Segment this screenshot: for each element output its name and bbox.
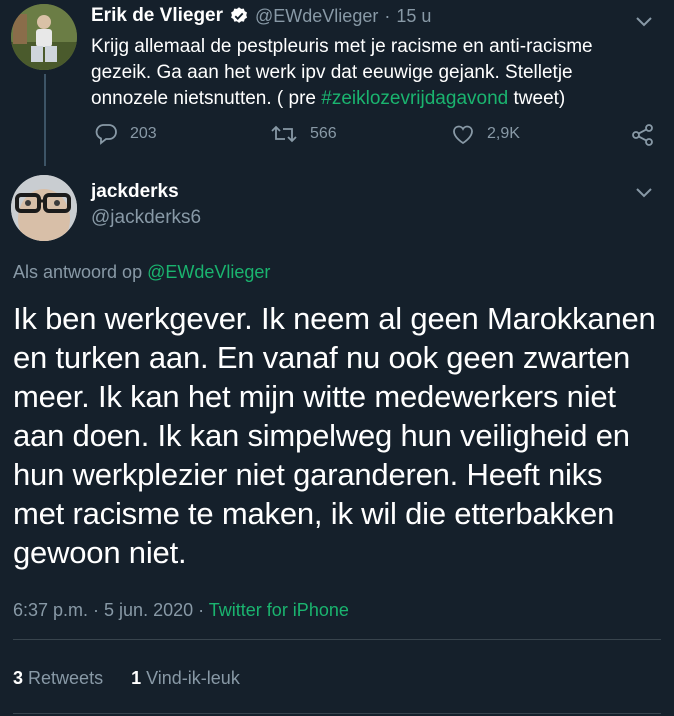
parent-tweet-header: Erik de Vlieger @EWdeVlieger · 15 u — [91, 5, 431, 27]
parent-author-avatar[interactable] — [11, 4, 77, 70]
likes-stat-label: Vind-ik-leuk — [146, 668, 240, 688]
hashtag-link[interactable]: #zeiklozevrijdagavond — [321, 88, 508, 109]
like-button[interactable]: 2,9K — [451, 123, 520, 145]
reply-context-label: Als antwoord op — [13, 262, 148, 282]
parent-tweet-body-end: tweet) — [508, 88, 566, 109]
retweet-button[interactable]: 566 — [270, 123, 337, 145]
parent-tweet-text: Krijg allemaal de pestpleuris met je rac… — [91, 34, 651, 112]
parent-tweet-chevron-down-icon[interactable] — [633, 10, 655, 32]
likes-stat[interactable]: 1 Vind-ik-leuk — [131, 668, 240, 689]
share-icon[interactable] — [630, 122, 656, 148]
tweet-meta: 6:37 p.m. · 5 jun. 2020 · Twitter for iP… — [13, 600, 349, 621]
parent-author-name[interactable]: Erik de Vlieger — [91, 5, 223, 27]
likes-stat-count: 1 — [131, 668, 142, 688]
main-author-name[interactable]: jackderks — [91, 181, 179, 203]
thread-connector-line — [44, 74, 46, 166]
reply-to-handle-link[interactable]: @EWdeVlieger — [147, 262, 270, 282]
retweets-stat[interactable]: 3 Retweets — [13, 668, 103, 689]
main-tweet-chevron-down-icon[interactable] — [633, 181, 655, 203]
retweet-icon — [271, 125, 297, 143]
tweet-stats: 3 Retweets 1 Vind-ik-leuk — [13, 668, 240, 689]
like-count: 2,9K — [487, 125, 520, 142]
divider — [13, 713, 661, 714]
reply-count: 203 — [130, 125, 157, 142]
main-author-avatar[interactable] — [11, 175, 77, 241]
tweet-source-link[interactable]: Twitter for iPhone — [209, 600, 349, 620]
avatar-photo-icon — [11, 175, 77, 241]
retweets-stat-label: Retweets — [28, 668, 104, 688]
heart-icon — [453, 125, 473, 145]
main-tweet-text: Ik ben werkgever. Ik neem al geen Marokk… — [13, 301, 656, 570]
reply-context: Als antwoord op @EWdeVlieger — [13, 262, 270, 283]
header-separator: · — [384, 5, 391, 26]
parent-tweet-time[interactable]: 15 u — [396, 6, 431, 27]
tweet-timestamp[interactable]: 6:37 p.m. · 5 jun. 2020 — [13, 600, 193, 620]
main-author-handle[interactable]: @jackderks6 — [91, 207, 201, 229]
retweets-stat-count: 3 — [13, 668, 24, 688]
retweet-count: 566 — [310, 125, 337, 142]
meta-separator: · — [193, 600, 209, 620]
reply-icon — [95, 124, 117, 145]
parent-author-handle[interactable]: @EWdeVlieger — [255, 6, 378, 27]
avatar-photo-icon — [11, 4, 77, 70]
reply-button[interactable]: 203 — [94, 123, 157, 145]
divider — [13, 639, 661, 640]
verified-badge-icon — [231, 7, 248, 23]
